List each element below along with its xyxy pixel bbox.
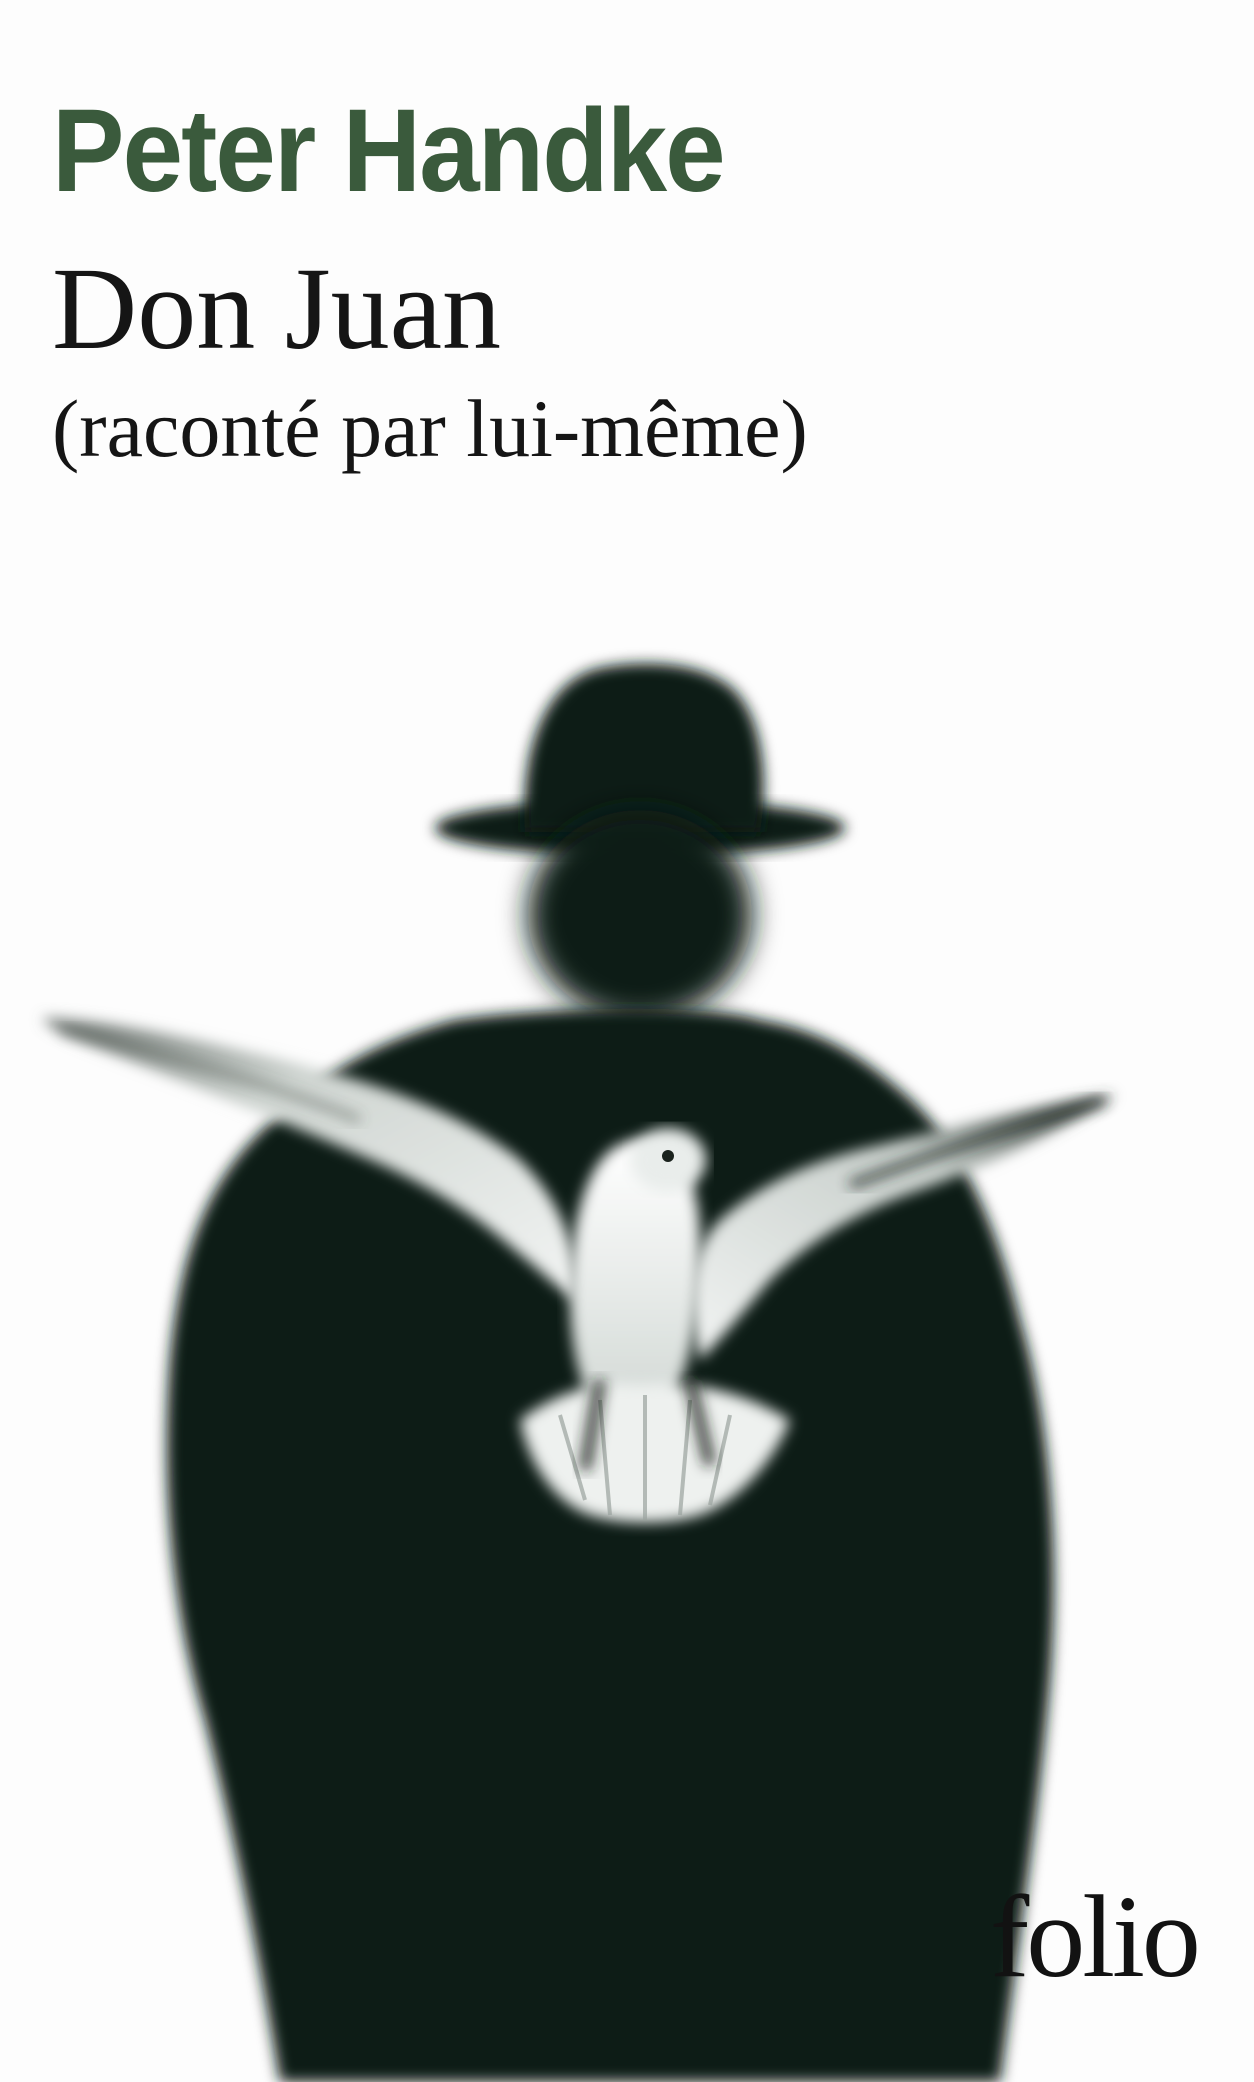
author-name: Peter Handke [52, 85, 726, 217]
cover-photo [42, 663, 1115, 2082]
book-cover: Peter Handke Don Juan (raconté par lui-m… [0, 0, 1254, 2082]
book-title: Don Juan [52, 243, 502, 374]
publisher-logo: folio [990, 1871, 1201, 2002]
book-subtitle: (raconté par lui-même) [52, 383, 808, 474]
